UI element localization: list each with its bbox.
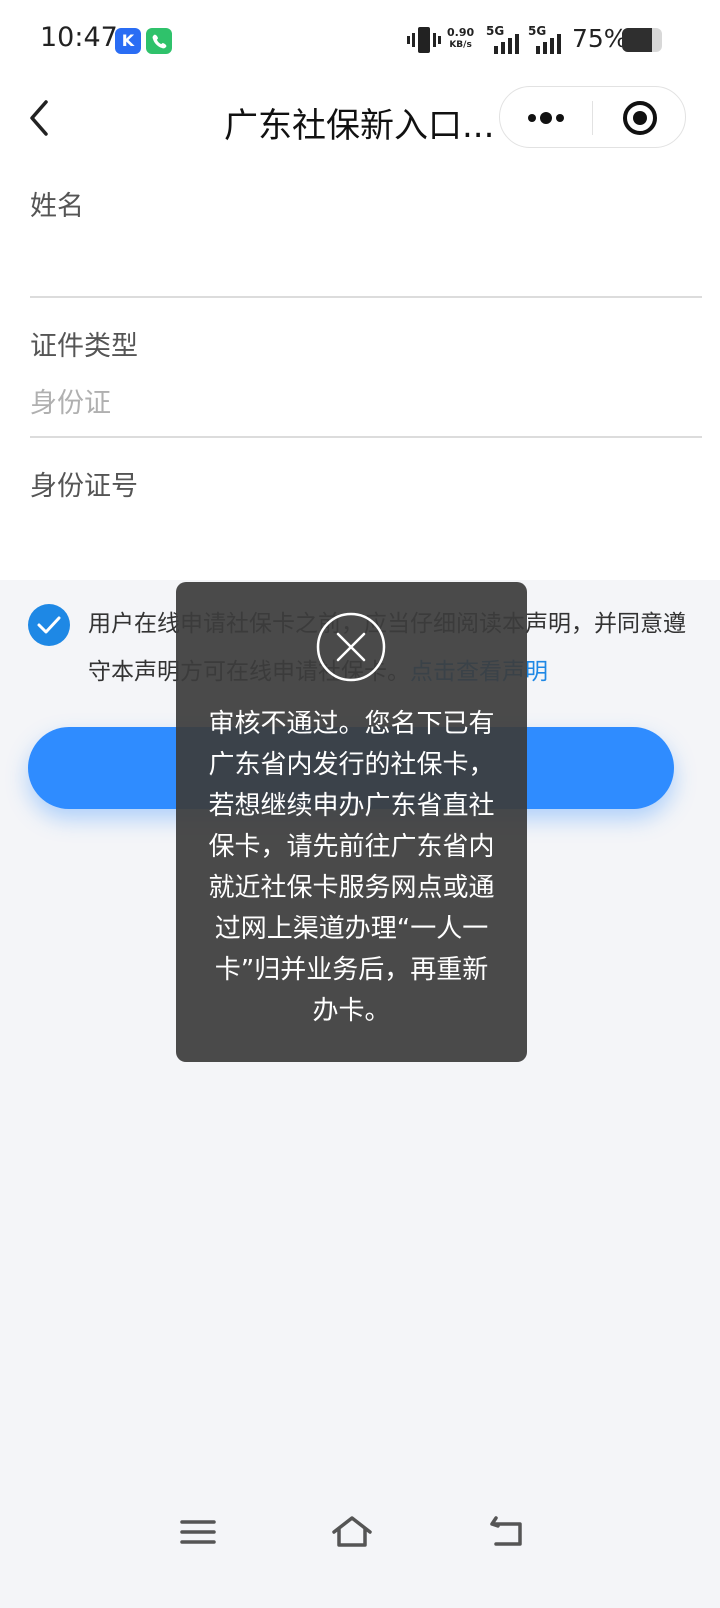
more-button[interactable] <box>524 105 568 131</box>
signal-icon <box>494 34 519 54</box>
id-number-input[interactable] <box>30 521 702 557</box>
error-toast: 审核不通过。您名下已有广东省内发行的社保卡，若想继续申办广东省直社保卡，请先前往… <box>176 582 527 1062</box>
id-type-field[interactable]: 证件类型 身份证 <box>30 324 702 419</box>
id-type-select[interactable]: 身份证 <box>30 381 702 419</box>
nav-bar: 广东社保新入口... <box>0 84 720 166</box>
home-button[interactable] <box>330 1512 374 1552</box>
name-input[interactable] <box>30 241 702 277</box>
divider <box>30 436 702 438</box>
battery-icon <box>622 28 662 52</box>
home-icon <box>332 1516 372 1547</box>
network-speed: 0.90 KB/s <box>447 26 475 50</box>
page-title: 广东社保新入口... <box>224 106 495 146</box>
close-miniprogram-button[interactable] <box>622 100 658 136</box>
name-field[interactable]: 姓名 <box>30 184 702 277</box>
toast-message: 审核不通过。您名下已有广东省内发行的社保卡，若想继续申办广东省直社保卡，请先前往… <box>208 709 495 1026</box>
recent-apps-button[interactable] <box>176 1512 220 1552</box>
agreement-checkbox[interactable] <box>28 604 70 646</box>
more-dots-icon <box>528 112 564 124</box>
back-button[interactable] <box>20 94 60 142</box>
name-label: 姓名 <box>30 191 84 222</box>
toast-close-icon-wrap <box>316 612 386 682</box>
phone-app-icon <box>146 28 172 54</box>
status-time: 10:47 <box>40 22 118 53</box>
menu-icon <box>180 1520 216 1544</box>
checkmark-icon <box>37 616 61 634</box>
k-app-icon: K <box>115 28 141 54</box>
id-number-label: 身份证号 <box>30 471 138 502</box>
battery-percent: 75% <box>572 24 628 53</box>
capsule-divider <box>592 101 593 135</box>
application-form: 姓名 证件类型 身份证 身份证号 <box>0 166 720 580</box>
status-bar: 10:47 K 0.90 KB/s 5G 5G 75% <box>0 0 720 84</box>
battery-level-fill <box>622 28 652 52</box>
target-circle-icon <box>623 101 657 135</box>
menu-capsule <box>499 86 686 148</box>
signal-icon-2 <box>536 34 561 54</box>
back-icon <box>490 1516 522 1546</box>
id-type-label: 证件类型 <box>30 331 138 362</box>
divider <box>30 296 702 298</box>
chevron-left-icon <box>30 100 48 136</box>
close-circle-icon <box>316 612 386 682</box>
vibrate-icon <box>407 27 441 53</box>
system-nav-bar <box>0 1482 720 1608</box>
system-back-button[interactable] <box>486 1512 530 1552</box>
id-number-field[interactable]: 身份证号 <box>30 464 702 557</box>
